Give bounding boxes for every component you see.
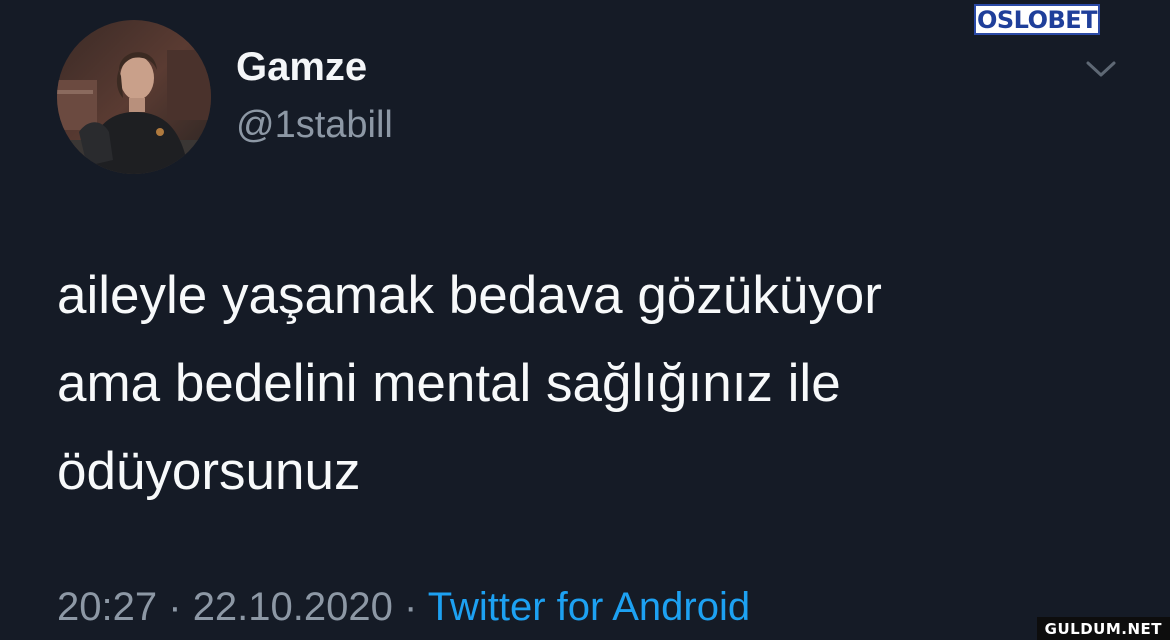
tweet-screenshot: OSLOBET Gamze @1stabill aileyle yaşamak … [0, 0, 1170, 640]
meta-separator: · [404, 585, 418, 629]
chevron-down-icon[interactable] [1085, 58, 1117, 80]
user-handle[interactable]: @1stabill [236, 106, 393, 144]
tweet-source-link[interactable]: Twitter for Android [428, 585, 750, 629]
tweet-date[interactable]: 22.10.2020 [193, 585, 393, 629]
meta-separator: · [168, 585, 182, 629]
tweet-time[interactable]: 20:27 [57, 585, 157, 629]
tweet-text: aileyle yaşamak bedava gözüküyor ama bed… [57, 266, 882, 501]
oslobet-logo-watermark: OSLOBET [974, 4, 1100, 35]
avatar[interactable] [57, 20, 211, 174]
tweet-metadata: 20:27 · 22.10.2020 · Twitter for Android [57, 583, 750, 631]
display-name[interactable]: Gamze [236, 47, 367, 87]
profile-photo-icon [57, 20, 211, 174]
guldum-watermark: GULDUM.NET [1036, 617, 1170, 640]
